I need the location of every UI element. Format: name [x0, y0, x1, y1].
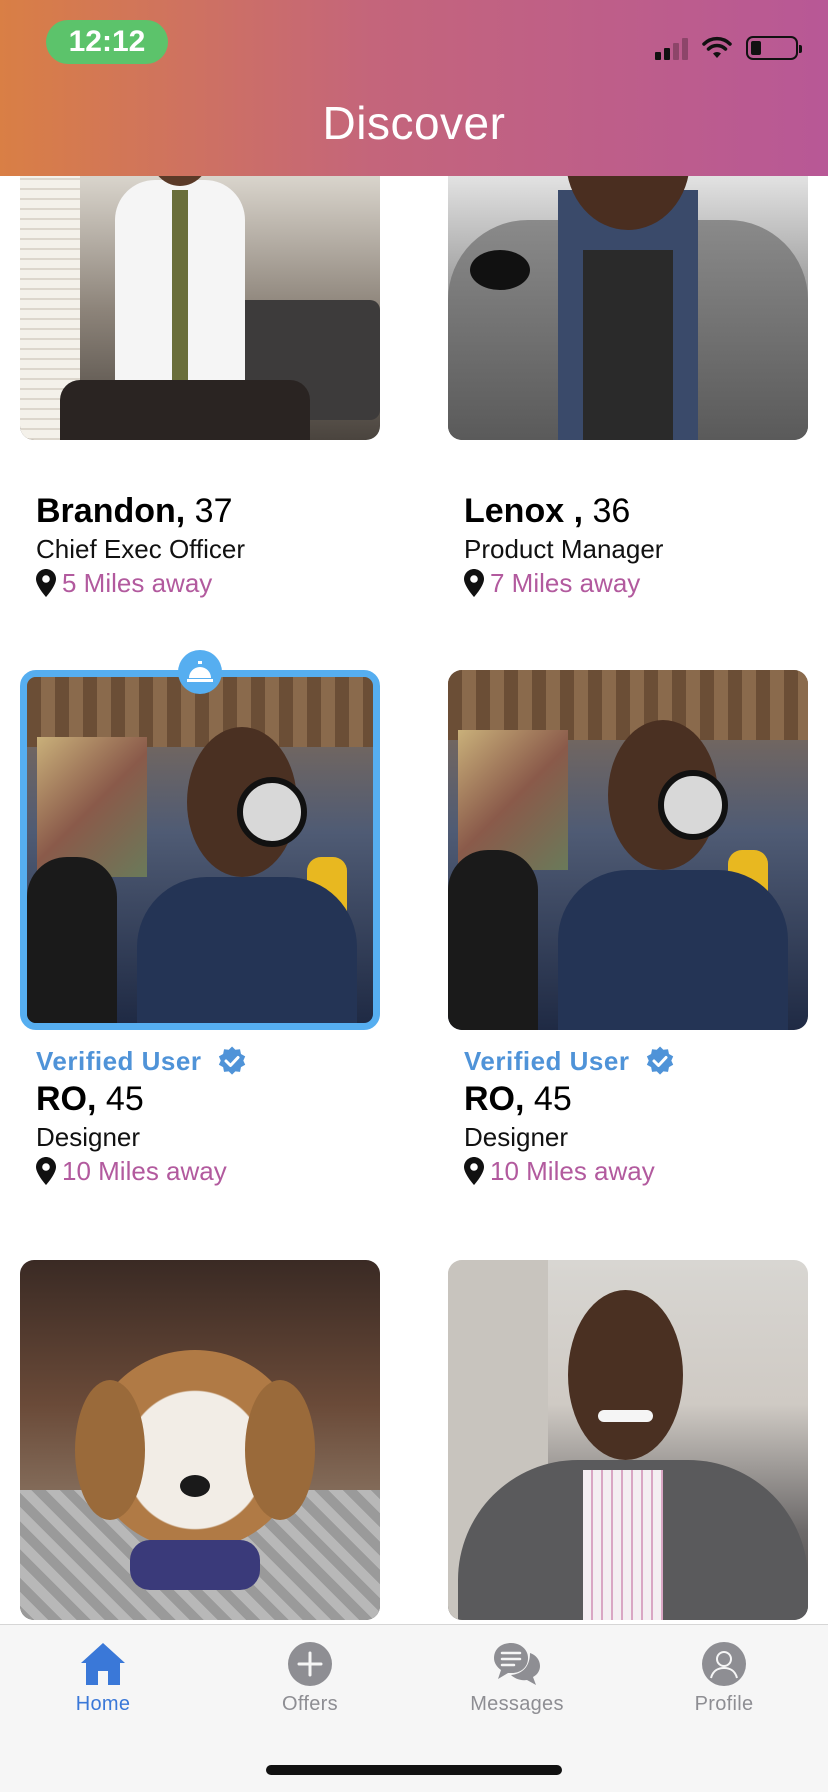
- profile-job-title: Designer: [36, 1122, 141, 1152]
- profile-name-age: Brandon, 37: [36, 490, 396, 532]
- profile-distance: 7 Miles away: [464, 566, 824, 600]
- distance-text: 10 Miles away: [62, 1155, 227, 1186]
- tab-label: Messages: [470, 1693, 564, 1715]
- profile-age: 45: [533, 1080, 572, 1118]
- profile-card-info: Verified User RO, 45 Designer 10 Miles a…: [36, 1044, 396, 1188]
- verified-badge-icon: [647, 1046, 674, 1075]
- profile-name: RO,: [36, 1080, 97, 1118]
- profile-photo[interactable]: [448, 1260, 808, 1620]
- verified-badge-icon: [219, 1046, 246, 1075]
- battery-icon: [746, 36, 802, 60]
- profile-photo[interactable]: [20, 1260, 380, 1620]
- tab-label: Offers: [282, 1693, 338, 1715]
- profile-card-info: Verified User RO, 45 Designer 10 Miles a…: [464, 1044, 824, 1188]
- profile-age: 36: [592, 492, 631, 530]
- profile-job-title: Designer: [464, 1122, 569, 1152]
- tab-offers[interactable]: Offers: [235, 1639, 385, 1729]
- profile-photo[interactable]: [448, 150, 808, 440]
- profile-card-info: Brandon, 37 Chief Exec Officer 5 Miles a…: [36, 490, 396, 600]
- profile-distance: 10 Miles away: [36, 1154, 396, 1188]
- location-pin-icon: [36, 1157, 56, 1185]
- profile-name: RO,: [464, 1080, 525, 1118]
- plus-circle-icon: [285, 1639, 335, 1689]
- profile-photo-highlighted[interactable]: [20, 670, 380, 1030]
- person-icon: [699, 1639, 749, 1689]
- distance-text: 5 Miles away: [62, 567, 213, 598]
- profile-name: Brandon,: [36, 492, 186, 530]
- cellular-signal-icon: [655, 36, 688, 60]
- location-pin-icon: [464, 1157, 484, 1185]
- verified-row: Verified User: [464, 1044, 824, 1078]
- status-icons: [655, 34, 802, 62]
- profile-distance: 5 Miles away: [36, 566, 396, 600]
- chat-bubbles-icon: [492, 1639, 542, 1689]
- distance-text: 7 Miles away: [490, 567, 641, 598]
- home-indicator[interactable]: [266, 1765, 562, 1775]
- verified-label: Verified User: [36, 1045, 202, 1076]
- tab-label: Profile: [694, 1693, 754, 1715]
- location-pin-icon: [36, 569, 56, 597]
- tab-home[interactable]: Home: [28, 1639, 178, 1729]
- profile-card-info: Lenox , 36 Product Manager 7 Miles away: [464, 490, 824, 600]
- verified-label: Verified User: [464, 1045, 630, 1076]
- profile-photo[interactable]: [20, 150, 380, 440]
- page-title: Discover: [322, 97, 506, 149]
- profile-photo[interactable]: [448, 670, 808, 1030]
- app-header: 12:12 Discover: [0, 0, 828, 176]
- profile-age: 45: [105, 1080, 144, 1118]
- home-icon: [78, 1639, 128, 1689]
- verified-row: Verified User: [36, 1044, 396, 1078]
- tab-label: Home: [75, 1693, 131, 1715]
- status-time: 12:12: [46, 20, 168, 64]
- distance-text: 10 Miles away: [490, 1155, 655, 1186]
- profile-name-age: RO, 45: [36, 1078, 396, 1120]
- tab-messages[interactable]: Messages: [442, 1639, 592, 1729]
- profile-name-age: RO, 45: [464, 1078, 824, 1120]
- tab-profile[interactable]: Profile: [649, 1639, 799, 1729]
- profile-distance: 10 Miles away: [464, 1154, 824, 1188]
- profile-name: Lenox ,: [464, 492, 584, 530]
- service-bell-icon: [178, 650, 222, 694]
- profile-job-title: Product Manager: [464, 534, 664, 564]
- profile-job-title: Chief Exec Officer: [36, 534, 246, 564]
- wifi-icon: [702, 36, 732, 58]
- profile-name-age: Lenox , 36: [464, 490, 824, 532]
- location-pin-icon: [464, 569, 484, 597]
- profile-age: 37: [194, 492, 233, 530]
